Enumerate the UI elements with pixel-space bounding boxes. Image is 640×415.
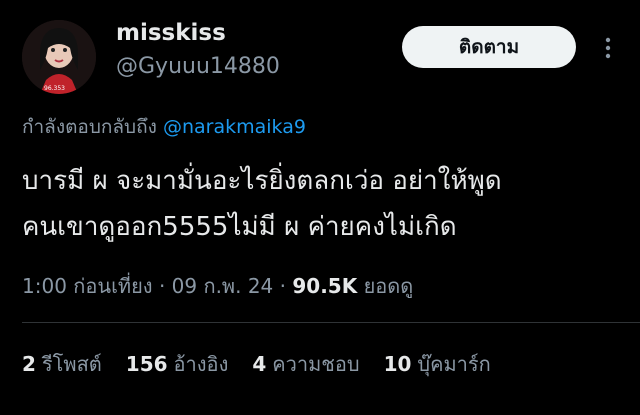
stat-reposts[interactable]: 2 รีโพสต์ xyxy=(22,348,102,380)
stat-bookmarks[interactable]: 10 บุ๊คมาร์ก xyxy=(384,348,491,380)
tweet-line: บารมี ผ จะมามั่นอะไรยิ่งตลกเว่อ อย่าให้พ… xyxy=(22,166,502,196)
stat-count: 10 xyxy=(383,352,412,376)
author-handle[interactable]: @Gyuuu14880 xyxy=(116,54,280,79)
stat-count: 4 xyxy=(252,352,267,376)
views-label: ยอดดู xyxy=(363,274,414,298)
tweet-time[interactable]: 1:00 ก่อนเที่ยง xyxy=(22,274,153,298)
tweet-meta: 1:00 ก่อนเที่ยง · 09 ก.พ. 24 · 90.5K ยอด… xyxy=(22,270,413,302)
meta-separator: · xyxy=(279,274,286,298)
stat-label: ความชอบ xyxy=(272,352,360,376)
stat-label: บุ๊คมาร์ก xyxy=(417,352,491,376)
reply-mention-link[interactable]: @narakmaika9 xyxy=(163,116,306,138)
more-options-icon[interactable] xyxy=(596,36,620,60)
divider xyxy=(22,322,640,323)
stat-label: อ้างอิง xyxy=(173,352,229,376)
tweet-date[interactable]: 09 ก.พ. 24 xyxy=(172,274,274,298)
meta-separator: · xyxy=(158,274,166,298)
stat-likes[interactable]: 4 ความชอบ xyxy=(252,348,359,380)
tweet-line: คนเขาดูออก5555ไม่มี ผ ค่ายคงไม่เกิด xyxy=(22,212,457,242)
reply-context: กำลังตอบกลับถึง @narakmaika9 xyxy=(22,112,306,142)
stat-label: รีโพสต์ xyxy=(41,352,102,376)
stat-quotes[interactable]: 156 อ้างอิง xyxy=(126,348,229,380)
follow-button[interactable]: ติดตาม xyxy=(402,26,576,68)
stat-count: 156 xyxy=(125,352,168,376)
tweet-text: บารมี ผ จะมามั่นอะไรยิ่งตลกเว่อ อย่าให้พ… xyxy=(22,158,622,250)
stat-count: 2 xyxy=(22,352,36,376)
views-count: 90.5K xyxy=(292,274,358,298)
engagement-stats: 2 รีโพสต์ 156 อ้างอิง 4 ความชอบ 10 บุ๊คมาร์ก xyxy=(22,348,491,380)
reply-prefix: กำลังตอบกลับถึง xyxy=(22,116,157,138)
avatar[interactable]: 96.353 xyxy=(22,20,96,94)
avatar-caption: 96.353 xyxy=(44,85,65,92)
author-name[interactable]: misskiss xyxy=(116,20,226,46)
avatar-image: 96.353 xyxy=(22,20,96,94)
